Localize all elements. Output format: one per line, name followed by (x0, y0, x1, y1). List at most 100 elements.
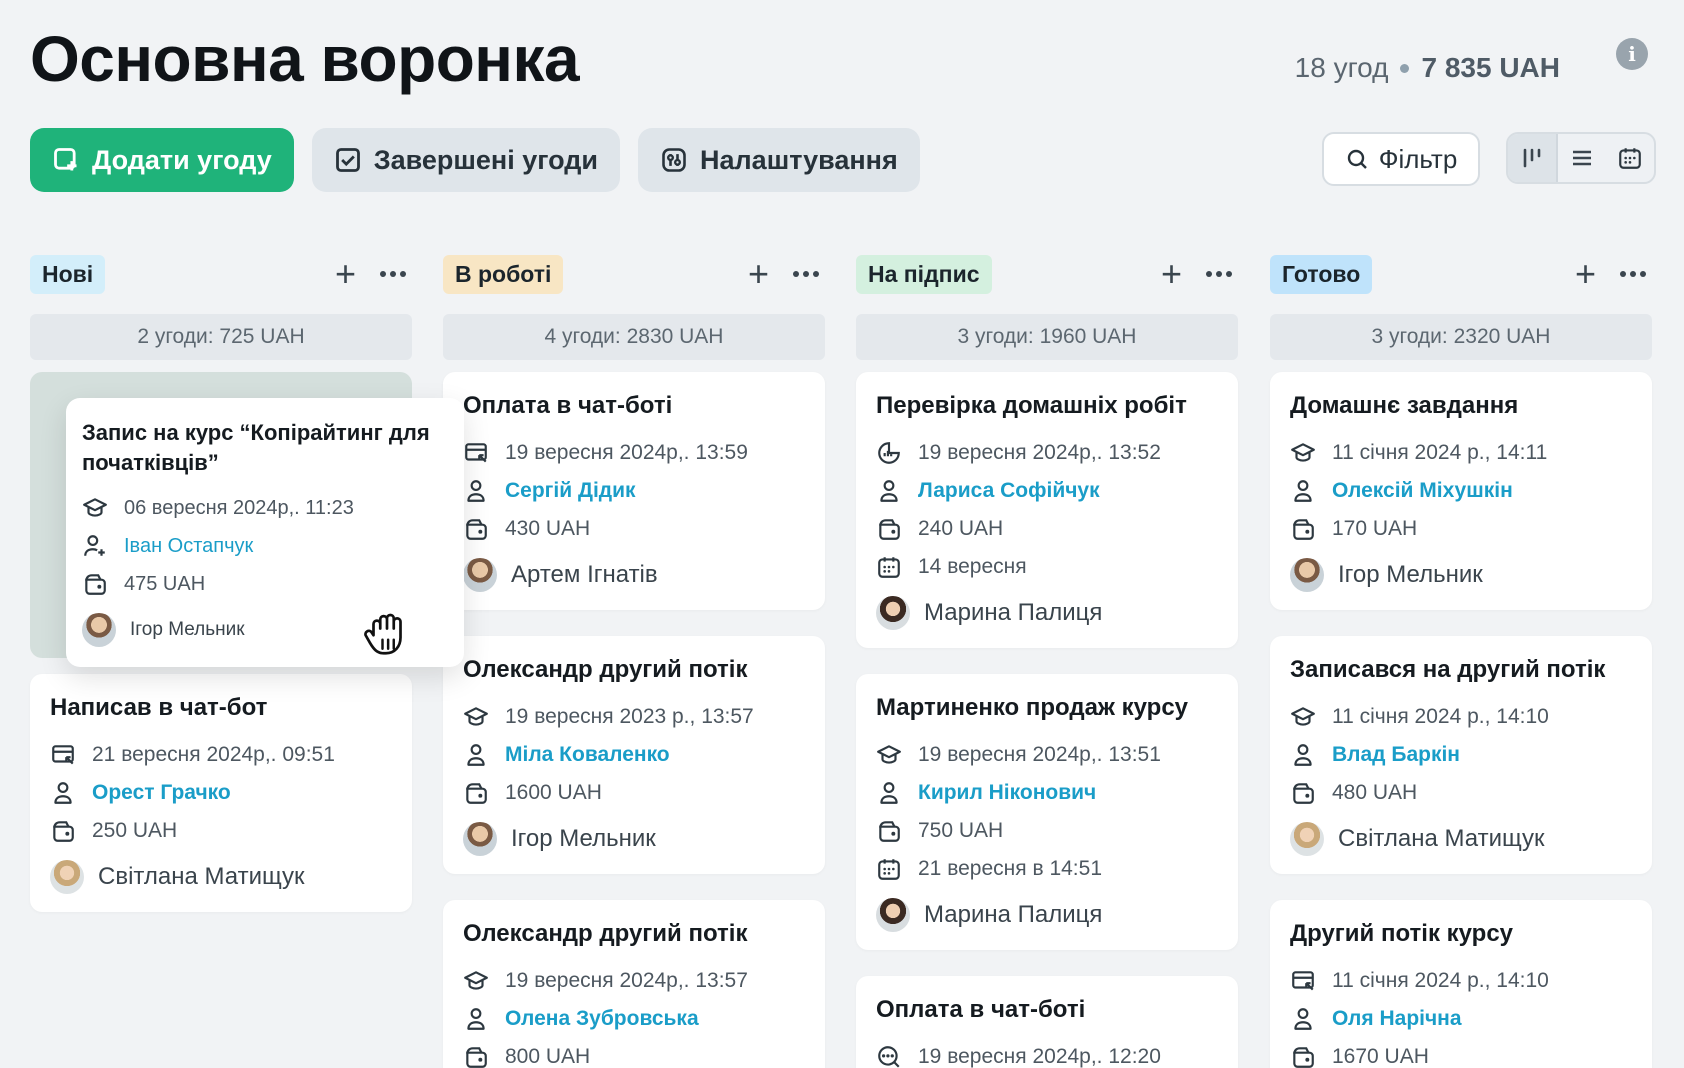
page-title: Основна воронка (30, 23, 580, 95)
board-view-button[interactable] (1508, 134, 1558, 182)
graduation-cap-icon (463, 968, 489, 994)
filter-button[interactable]: Фільтр (1322, 132, 1480, 186)
deal-deadline: 21 вересня в 14:51 (918, 857, 1102, 881)
avatar (82, 613, 116, 648)
column-new: Нові + 2 угоди: 725 UAH (30, 254, 412, 360)
wallet-icon (876, 516, 902, 542)
add-card-icon[interactable]: + (335, 256, 356, 292)
person-icon (876, 780, 902, 806)
owner-name: Ігор Мельник (511, 825, 656, 853)
chart-icon (876, 440, 902, 466)
pipeline-summary: 18 угод 7 835 UAH (1295, 52, 1560, 84)
graduation-cap-icon (876, 742, 902, 768)
wallet-icon (82, 571, 108, 597)
deal-card[interactable]: Домашнє завдання 11 січня 2024 р., 14:11… (1270, 372, 1652, 611)
wallet-icon (876, 818, 902, 844)
calendar-view-button[interactable] (1606, 134, 1654, 182)
wallet-icon (463, 1044, 489, 1068)
column-summary: 3 угоди: 2320 UAH (1270, 314, 1652, 360)
contact-link[interactable]: Орест Грачко (92, 781, 231, 805)
column-in-work: В роботі + 4 угоди: 2830 UAH Оплата в ча… (443, 254, 825, 1068)
calendar-icon (876, 554, 902, 580)
deal-title: Запис на курс “Копірайтинг для початківц… (82, 420, 430, 475)
deal-date: 19 вересня 2024р,. 13:51 (918, 743, 1161, 767)
deal-title: Мартиненко продаж курсу (876, 694, 1189, 721)
add-deal-label: Додати угоду (92, 144, 272, 175)
person-icon (463, 1006, 489, 1032)
chat-transfer-icon (1290, 968, 1316, 994)
person-icon (463, 478, 489, 504)
wallet-icon (463, 780, 489, 806)
deal-card[interactable]: Написав в чат-бот 21 вересня 2024р,. 09:… (30, 674, 412, 913)
deal-date: 19 вересня 2024р,. 12:20 (918, 1045, 1161, 1068)
more-icon[interactable] (1620, 271, 1646, 277)
deal-card[interactable]: Оплата в чат-боті 19 вересня 2024р,. 13:… (443, 372, 825, 611)
add-deal-button[interactable]: Додати угоду (30, 128, 294, 192)
deal-title: Оплата в чат-боті (463, 392, 673, 419)
list-view-button[interactable] (1558, 134, 1606, 182)
column-tag: Нові (30, 254, 106, 294)
deal-title: Написав в чат-бот (50, 694, 268, 721)
deals-count: 18 угод (1294, 52, 1389, 83)
contact-link[interactable]: Олена Зубровська (505, 1007, 699, 1031)
wallet-icon (1290, 516, 1316, 542)
deal-amount: 475 UAH (124, 572, 206, 595)
avatar (50, 860, 84, 895)
chat-transfer-icon (463, 440, 489, 466)
more-icon[interactable] (1206, 271, 1232, 277)
calendar-icon (1617, 145, 1643, 171)
owner-name: Артем Ігнатів (511, 561, 658, 589)
avatar (463, 822, 497, 857)
chat-search-icon (876, 1044, 902, 1068)
deal-card[interactable]: Записався на другий потік 11 січня 2024 … (1270, 636, 1652, 875)
more-icon[interactable] (793, 271, 819, 277)
person-icon (1290, 1006, 1316, 1032)
contact-link[interactable]: Влад Баркін (1332, 743, 1460, 767)
add-card-icon[interactable]: + (748, 256, 769, 292)
owner-name: Марина Палиця (924, 901, 1103, 929)
deal-date: 11 січня 2024 р., 14:11 (1332, 441, 1548, 465)
contact-link[interactable]: Оля Нарічна (1332, 1007, 1462, 1031)
contact-link[interactable]: Лариса Софійчук (918, 479, 1100, 503)
add-card-icon[interactable]: + (1161, 256, 1182, 292)
column-tag: На підпис (856, 254, 992, 294)
wallet-icon (1290, 1044, 1316, 1068)
deal-title: Другий потік курсу (1290, 920, 1514, 947)
deal-card[interactable]: Олександр другий потік 19 вересня 2024р,… (443, 900, 825, 1068)
deal-amount: 240 UAH (918, 517, 1004, 541)
settings-button[interactable]: Налаштування (638, 128, 920, 192)
contact-link[interactable]: Кирил Ніконович (918, 781, 1096, 805)
deal-date: 19 вересня 2024р,. 13:52 (918, 441, 1161, 465)
deal-amount: 430 UAH (505, 517, 591, 541)
graduation-cap-icon (82, 495, 108, 521)
deal-card[interactable]: Другий потік курсу 11 січня 2024 р., 14:… (1270, 900, 1652, 1068)
deal-amount: 1670 UAH (1332, 1045, 1429, 1068)
more-icon[interactable] (380, 271, 406, 277)
completed-deals-label: Завершені угоди (373, 144, 599, 175)
deal-date: 11 січня 2024 р., 14:10 (1332, 705, 1549, 729)
contact-link[interactable]: Міла Коваленко (505, 743, 670, 767)
deal-card[interactable]: Оплата в чат-боті 19 вересня 2024р,. 12:… (856, 976, 1238, 1068)
avatar (876, 898, 910, 933)
deal-title: Олександр другий потік (463, 920, 748, 947)
info-icon[interactable]: i (1616, 38, 1648, 70)
column-summary: 4 угоди: 2830 UAH (443, 314, 825, 360)
add-card-icon[interactable]: + (1575, 256, 1596, 292)
owner-name: Світлана Матищук (1338, 825, 1545, 853)
deal-card[interactable]: Олександр другий потік 19 вересня 2023 р… (443, 636, 825, 875)
contact-link[interactable]: Сергій Дідик (505, 479, 636, 503)
column-done: Готово + 3 угоди: 2320 UAH Домашнє завда… (1270, 254, 1652, 1068)
deal-title: Оплата в чат-боті (876, 996, 1086, 1023)
graduation-cap-icon (1290, 440, 1316, 466)
contact-link[interactable]: Олексій Міхушкін (1332, 479, 1513, 503)
kanban-icon (1523, 148, 1541, 168)
deal-card[interactable]: Мартиненко продаж курсу 19 вересня 2024р… (856, 674, 1238, 951)
deal-amount: 750 UAH (918, 819, 1004, 843)
add-deal-icon (54, 148, 77, 171)
deal-amount: 480 UAH (1332, 781, 1418, 805)
deal-card[interactable]: Перевірка домашніх робіт 19 вересня 2024… (856, 372, 1238, 649)
deal-amount: 1600 UAH (505, 781, 602, 805)
contact-link[interactable]: Іван Остапчук (124, 535, 253, 558)
completed-deals-button[interactable]: Завершені угоди (311, 128, 621, 192)
grab-hand-cursor-icon (364, 613, 402, 655)
